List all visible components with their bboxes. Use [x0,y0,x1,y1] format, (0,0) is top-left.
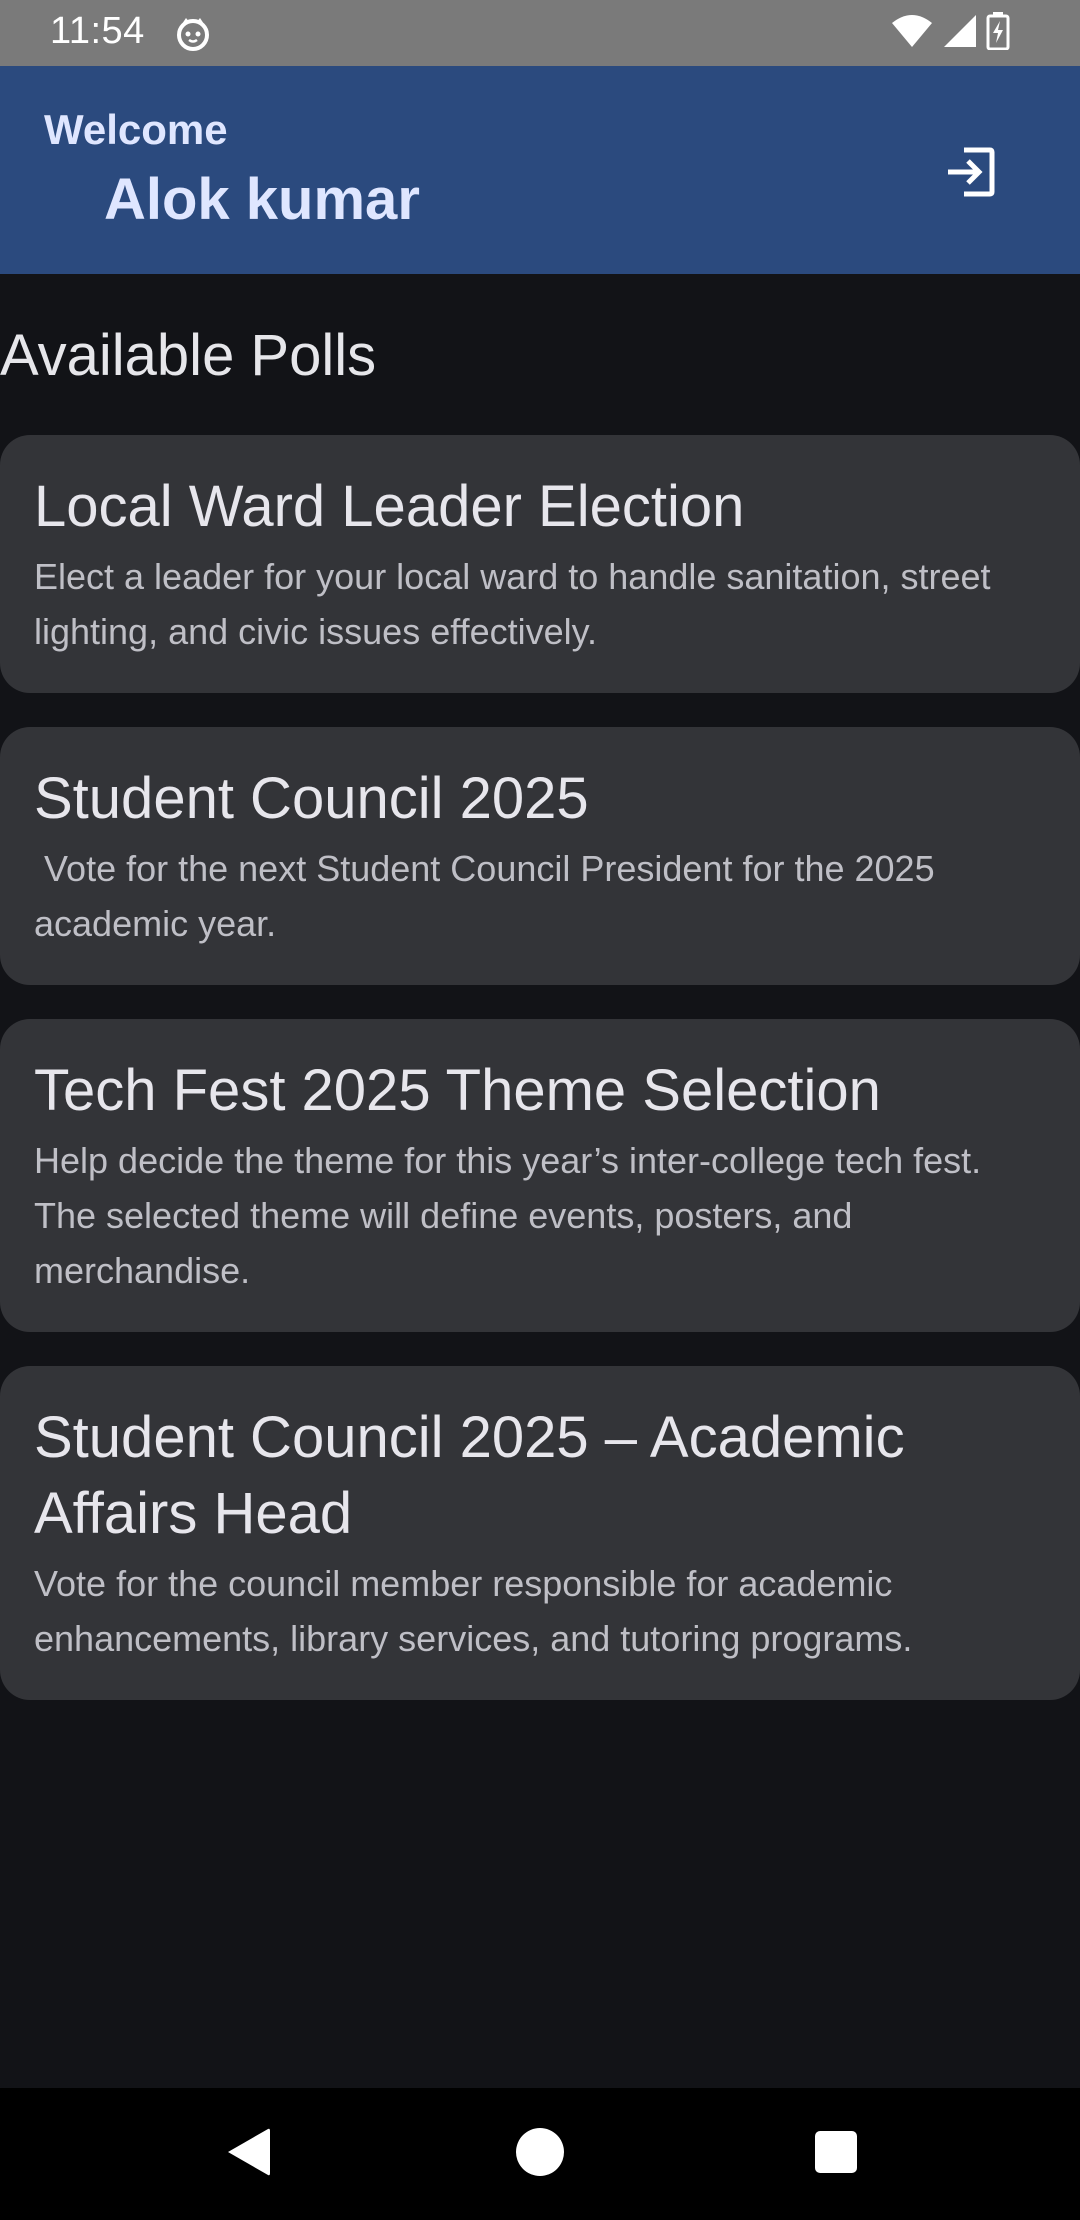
user-name: Alok kumar [104,167,420,232]
poll-description: Help decide the theme for this year’s in… [34,1140,991,1291]
screen: 11:54 Welcome Alok kumar Available Polls… [0,0,1080,2220]
app-header: Welcome Alok kumar [0,66,1080,274]
recents-button[interactable] [806,2124,866,2184]
home-circle-icon [515,2127,565,2182]
poll-card[interactable]: Tech Fest 2025 Theme Selection Help deci… [0,1019,1080,1332]
poll-description: Elect a leader for your local ward to ha… [34,556,1001,652]
section-title: Available Polls [0,323,377,388]
home-button[interactable] [510,2124,570,2184]
poll-card[interactable]: Student Council 2025 Vote for the next S… [0,727,1080,985]
poll-card[interactable]: Student Council 2025 – Academic Affairs … [0,1366,1080,1700]
system-nav-bar [0,2088,1080,2220]
back-button[interactable] [218,2124,278,2184]
status-bar: 11:54 [0,0,1080,66]
status-time: 11:54 [50,10,145,52]
logout-icon [942,144,998,205]
poll-card[interactable]: Local Ward Leader Election Elect a leade… [0,435,1080,693]
battery-charging-icon [986,11,1010,55]
wifi-icon [890,13,934,54]
poll-title: Student Council 2025 [34,766,589,831]
cell-signal-icon [942,13,978,54]
poll-title: Local Ward Leader Election [34,474,745,539]
logout-button[interactable] [930,134,1010,214]
back-triangle-icon [224,2126,272,2183]
poll-list: Local Ward Leader Election Elect a leade… [0,435,1080,1734]
welcome-label: Welcome [44,106,228,153]
cat-face-icon [174,14,212,52]
poll-title: Tech Fest 2025 Theme Selection [34,1058,881,1123]
status-icons [890,11,1010,55]
poll-description: Vote for the council member responsible … [34,1563,913,1659]
poll-title: Student Council 2025 – Academic Affairs … [34,1405,905,1546]
poll-description: Vote for the next Student Council Presid… [34,848,945,944]
recents-square-icon [814,2130,858,2179]
